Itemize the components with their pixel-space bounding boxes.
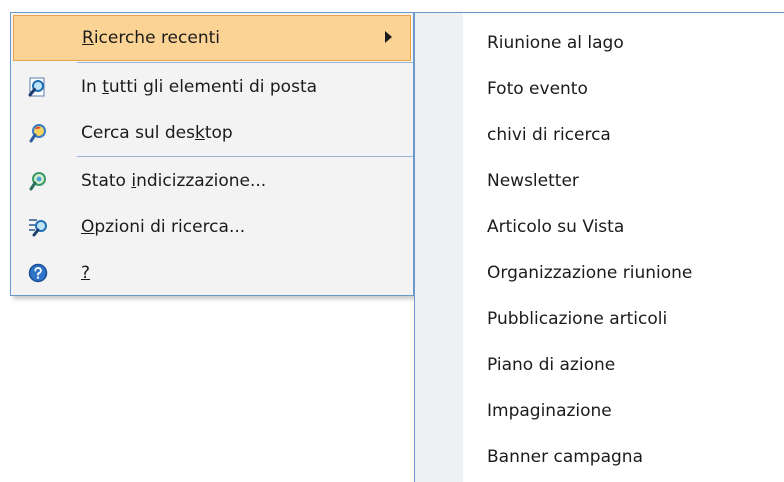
search-options-icon	[13, 204, 63, 250]
recent-search-item[interactable]: Newsletter	[487, 158, 579, 204]
menu-item-label: Ricerche recenti	[82, 28, 220, 48]
recent-searches-submenu: Riunione al lago Foto evento chivi di ri…	[414, 12, 784, 482]
help-icon	[13, 250, 63, 296]
submenu-arrow-icon	[385, 31, 392, 43]
menu-item-help[interactable]: ?	[13, 250, 411, 296]
submenu-gutter	[415, 13, 463, 482]
recent-search-item[interactable]: Organizzazione riunione	[487, 250, 692, 296]
menu-item-label: Opzioni di ricerca...	[81, 217, 246, 237]
menu-item-recent-searches[interactable]: Ricerche recenti	[13, 15, 411, 61]
recent-search-item[interactable]: Impaginazione	[487, 388, 612, 434]
search-context-menu: Ricerche recenti In tutti gli elementi d…	[10, 12, 414, 296]
menu-item-search-options[interactable]: Opzioni di ricerca...	[13, 204, 411, 250]
menu-item-label: In tutti gli elementi di posta	[81, 77, 318, 97]
search-desktop-icon	[13, 110, 63, 156]
recent-search-item[interactable]: Riunione al lago	[487, 20, 624, 66]
indexing-status-icon	[13, 158, 63, 204]
recent-search-item[interactable]: Piano di azione	[487, 342, 615, 388]
recent-search-item[interactable]: chivi di ricerca	[487, 112, 611, 158]
menu-item-label: Cerca sul desktop	[81, 123, 233, 143]
recent-search-item[interactable]: Pubblicazione articoli	[487, 296, 667, 342]
menu-item-all-mail[interactable]: In tutti gli elementi di posta	[13, 64, 411, 110]
menu-item-label: Stato indicizzazione...	[81, 171, 267, 191]
menu-item-indexing-status[interactable]: Stato indicizzazione...	[13, 158, 411, 204]
recent-search-item[interactable]: Foto evento	[487, 66, 588, 112]
recent-search-item[interactable]: Articolo su Vista	[487, 204, 624, 250]
menu-separator	[77, 62, 413, 63]
search-document-icon	[13, 64, 63, 110]
recent-search-item[interactable]: Banner campagna	[487, 434, 643, 480]
menu-item-search-desktop[interactable]: Cerca sul desktop	[13, 110, 411, 156]
menu-separator	[77, 156, 413, 157]
menu-item-label: ?	[81, 263, 91, 283]
